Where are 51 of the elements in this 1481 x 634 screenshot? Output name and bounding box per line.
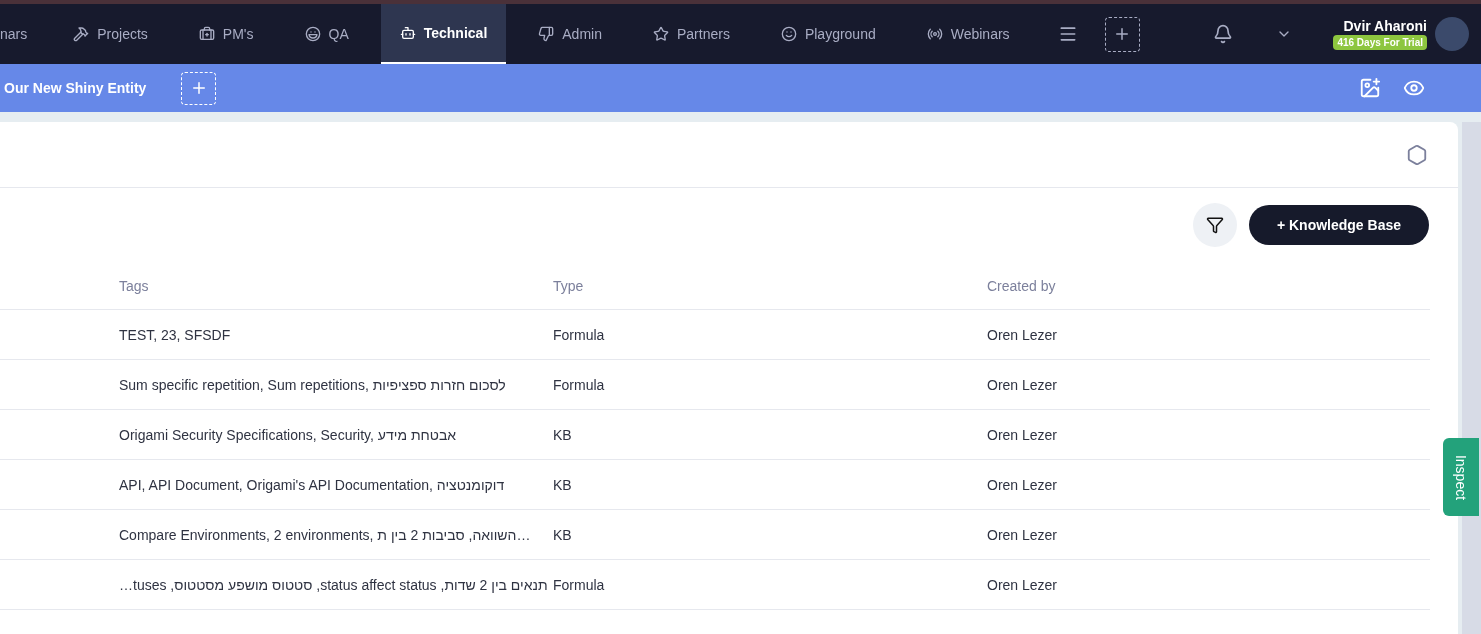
bell-icon	[1212, 24, 1233, 44]
broadcast-icon	[926, 26, 943, 42]
column-header[interactable]: Created by	[987, 277, 1056, 294]
nav-tab[interactable]: nars	[0, 4, 42, 64]
star-icon	[652, 26, 669, 42]
smile-icon	[780, 26, 797, 42]
user-name: Dvir Aharoni	[1343, 17, 1427, 36]
table-cell-text: Oren Lezer	[987, 425, 1058, 445]
table-cell-text: KB	[553, 525, 572, 545]
medkit-icon	[198, 26, 215, 42]
nav-tab[interactable]: Playground	[761, 4, 895, 64]
nav-tab[interactable]: Webinars	[907, 4, 1029, 64]
nav-tab[interactable]: QA	[285, 4, 368, 64]
trial-badge: 416 Days For Trial	[1333, 35, 1427, 51]
table-cell-text: Oren Lezer	[987, 325, 1058, 345]
column-header[interactable]: Tags	[119, 277, 149, 294]
add-tab-button[interactable]	[1104, 16, 1140, 52]
table-cell-text: Formula	[553, 575, 605, 595]
nav-tab[interactable]: PM's	[179, 4, 273, 64]
hammer-icon	[73, 26, 90, 42]
table-cell-text: Formula	[553, 375, 605, 395]
hexagon-icon	[1406, 143, 1428, 166]
image-plus-icon	[1359, 77, 1381, 99]
thumbs-down-icon	[538, 26, 555, 42]
table-cell-text: Sum specific repetition, Sum repetitions, לסכום חזרות ספציפיות	[119, 375, 506, 395]
column-header[interactable]: Type	[553, 277, 584, 294]
table-cell-text: Oren Lezer	[987, 475, 1058, 495]
table-cell-text: Formula	[553, 325, 605, 345]
nav-tab[interactable]: Partners	[633, 4, 749, 64]
robot-icon	[399, 25, 416, 41]
nav-tab[interactable]: Projects	[54, 4, 167, 64]
grin-icon	[304, 26, 321, 42]
add-knowledge-base-button[interactable]: + Knowledge Base	[1248, 205, 1429, 245]
table-cell-text: Compare Environments, 2 environments, השוואה, סביבות 2 בין ת…	[119, 525, 531, 545]
table-cell-text: KB	[553, 475, 572, 495]
add-image-button[interactable]	[1359, 77, 1381, 99]
table-cell-text: Oren Lezer	[987, 375, 1058, 395]
table-cell-text: KB	[553, 425, 572, 445]
table-cell-text: TEST, 23, SFSDF	[119, 325, 231, 345]
table-cell-text: תנאים בין 2 שדות, status affect status, סטטוס מושפע מסטטוס, tuses…	[119, 575, 548, 595]
nav-tab[interactable]: Admin	[519, 4, 621, 64]
filter-button[interactable]	[1192, 203, 1237, 247]
table-cell-text: Oren Lezer	[987, 525, 1058, 545]
settings-button[interactable]	[1406, 143, 1428, 166]
table-cell-text: Origami Security Specifications, Security, אבטחת מידע	[119, 425, 457, 445]
add-entity-button[interactable]	[181, 71, 217, 105]
nav-tab[interactable]: Technical	[380, 4, 507, 64]
filter-icon	[1205, 216, 1224, 234]
table-cell-text: API, API Document, Origami's API Documentation, דוקומנטציה	[119, 475, 505, 495]
table-cell-text: Oren Lezer	[987, 575, 1058, 595]
notifications-button[interactable]	[1212, 24, 1233, 44]
